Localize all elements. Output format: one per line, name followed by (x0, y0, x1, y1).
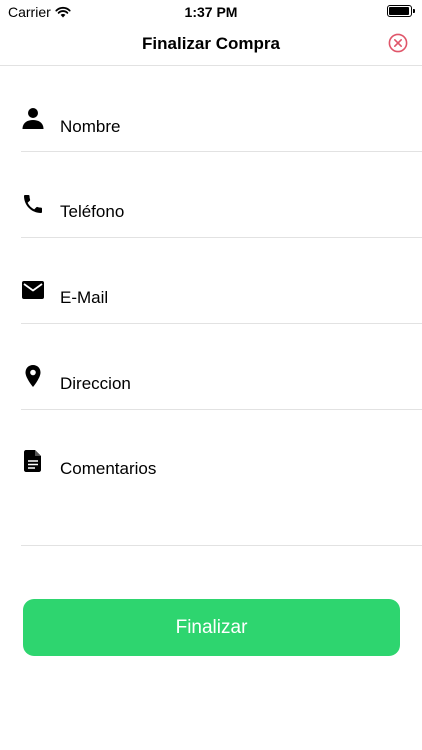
finish-button[interactable]: Finalizar (23, 599, 400, 656)
phone-icon (24, 195, 42, 213)
phone-field-label: Teléfono (60, 202, 125, 221)
mail-icon (22, 281, 44, 299)
email-field-label: E-Mail (60, 288, 109, 307)
battery-level (389, 7, 409, 15)
name-field-label: Nombre (60, 117, 121, 136)
address-field-label: Direccion (60, 374, 131, 393)
nav-bar: Finalizar Compra (0, 24, 422, 66)
battery-icon (387, 5, 415, 17)
location-pin-icon (25, 365, 41, 387)
status-time: 1:37 PM (184, 4, 238, 20)
person-icon (22, 108, 44, 129)
page-title: Finalizar Compra (142, 34, 280, 53)
address-field[interactable]: Direccion (21, 324, 422, 410)
document-icon (24, 450, 41, 472)
finish-button-label: Finalizar (175, 616, 248, 638)
close-icon[interactable] (388, 33, 408, 53)
comments-field-label: Comentarios (60, 459, 157, 478)
phone-field[interactable]: Teléfono (21, 152, 422, 238)
comments-field[interactable]: Comentarios (21, 410, 422, 546)
name-field[interactable]: Nombre (21, 66, 422, 152)
email-field[interactable]: E-Mail (21, 238, 422, 324)
status-bar: Carrier 1:37 PM (0, 0, 422, 24)
